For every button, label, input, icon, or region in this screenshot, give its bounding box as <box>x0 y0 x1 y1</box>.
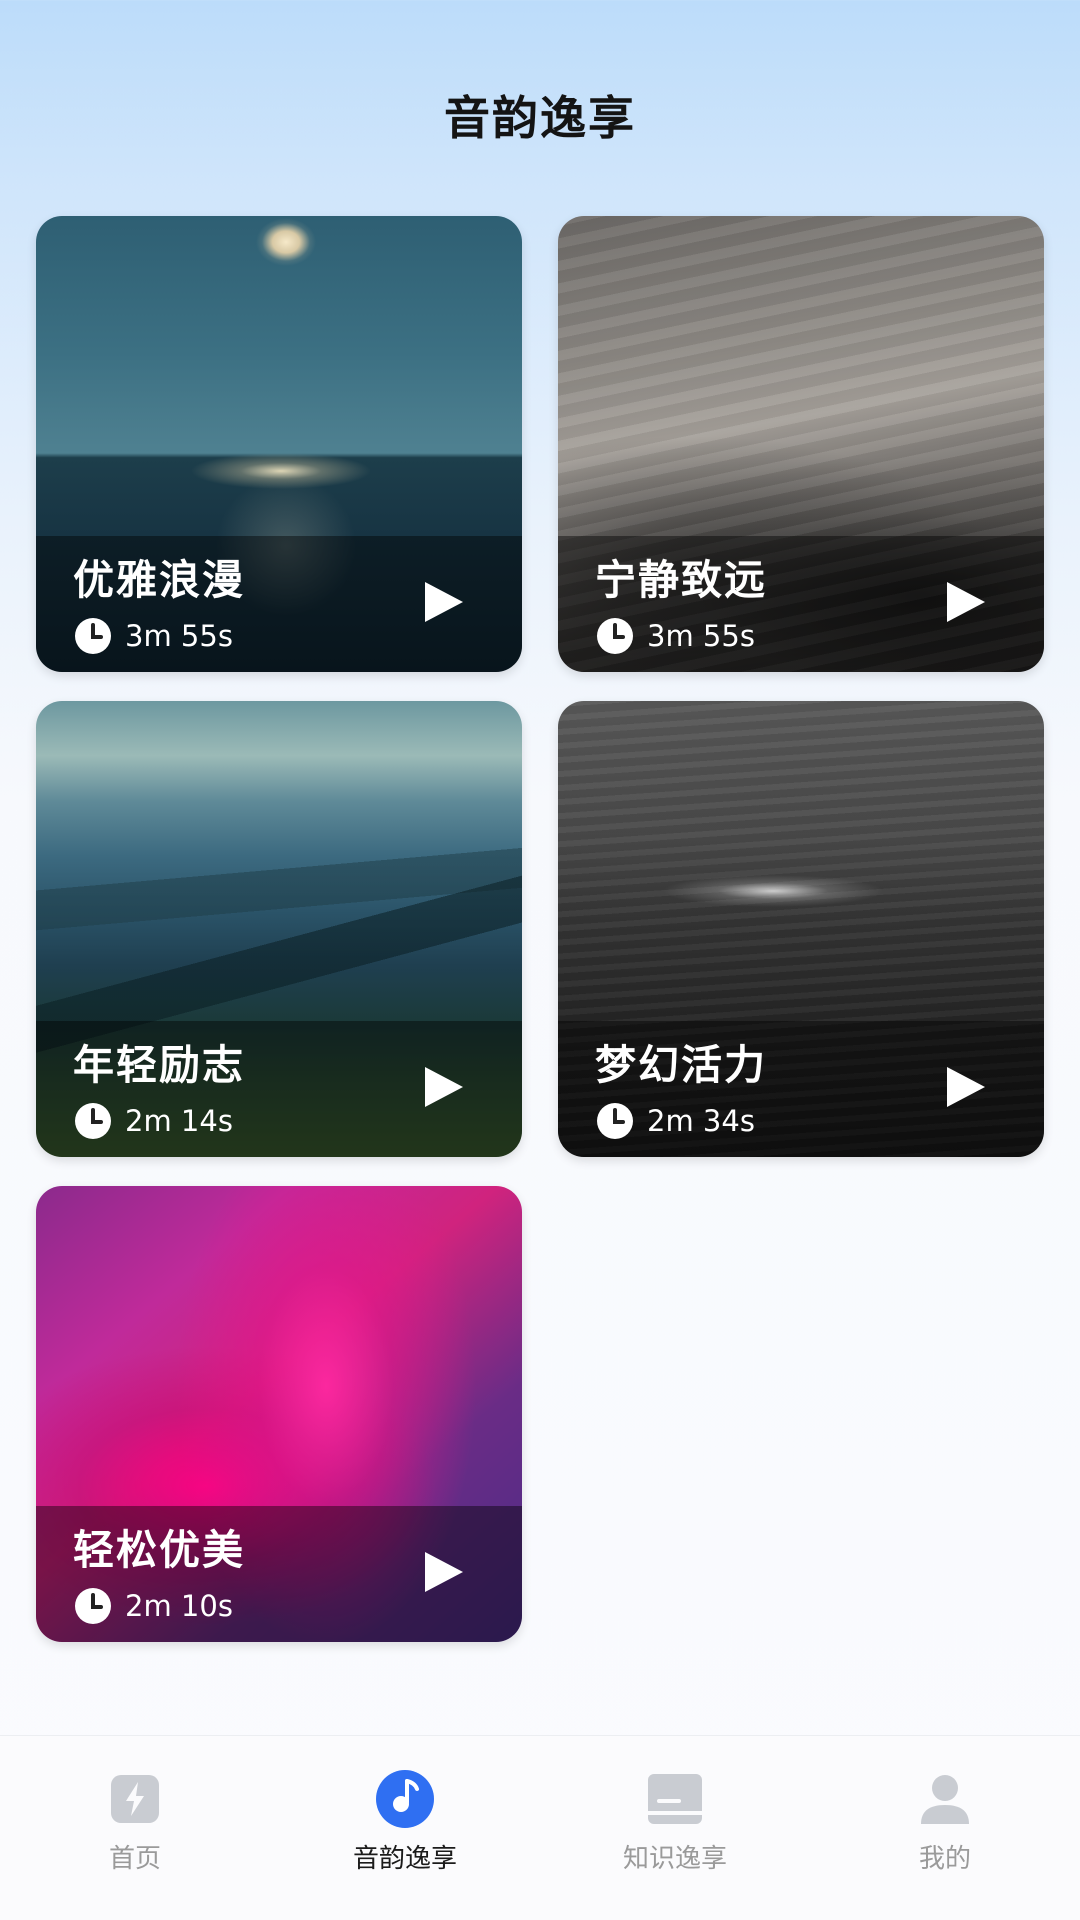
play-button[interactable] <box>418 577 468 627</box>
track-duration: 2m 10s <box>73 1584 233 1628</box>
track-title: 优雅浪漫 <box>73 556 245 604</box>
bottom-nav: 首页 音韵逸享 知识逸享 我的 <box>0 1735 1080 1920</box>
duration-text: 3m 55s <box>125 619 233 653</box>
track-duration: 3m 55s <box>595 614 755 658</box>
duration-text: 2m 34s <box>647 1104 755 1138</box>
nav-label: 音韵逸享 <box>352 1844 457 1874</box>
track-card-4[interactable]: 梦幻活力 2m 34s <box>558 701 1044 1157</box>
duration-text: 2m 10s <box>125 1589 233 1623</box>
play-icon <box>947 582 985 622</box>
play-button[interactable] <box>940 577 990 627</box>
track-card-5[interactable]: 轻松优美 2m 10s <box>36 1186 522 1642</box>
play-icon <box>425 1552 463 1592</box>
clock-icon <box>73 1101 113 1141</box>
music-disc-icon <box>374 1768 436 1830</box>
user-icon <box>914 1768 976 1830</box>
duration-text: 3m 55s <box>647 619 755 653</box>
page-title: 音韵逸享 <box>444 91 636 145</box>
track-card-1[interactable]: 优雅浪漫 3m 55s <box>36 216 522 672</box>
play-icon <box>425 582 463 622</box>
track-duration: 2m 34s <box>595 1099 755 1143</box>
track-card-2[interactable]: 宁静致远 3m 55s <box>558 216 1044 672</box>
track-title: 梦幻活力 <box>595 1041 767 1089</box>
nav-label: 首页 <box>108 1844 161 1874</box>
nav-item-home[interactable]: 首页 <box>0 1736 270 1920</box>
book-icon <box>644 1768 706 1830</box>
nav-item-knowledge[interactable]: 知识逸享 <box>540 1736 810 1920</box>
duration-text: 2m 14s <box>125 1104 233 1138</box>
nav-item-profile[interactable]: 我的 <box>810 1736 1080 1920</box>
track-title: 宁静致远 <box>595 556 767 604</box>
track-card-3[interactable]: 年轻励志 2m 14s <box>36 701 522 1157</box>
play-button[interactable] <box>418 1547 468 1597</box>
clock-icon <box>73 1586 113 1626</box>
track-duration: 2m 14s <box>73 1099 233 1143</box>
play-button[interactable] <box>940 1062 990 1112</box>
track-title: 轻松优美 <box>73 1526 245 1574</box>
play-button[interactable] <box>418 1062 468 1112</box>
lightning-icon <box>104 1768 166 1830</box>
clock-icon <box>595 1101 635 1141</box>
clock-icon <box>73 616 113 656</box>
nav-item-music[interactable]: 音韵逸享 <box>270 1736 540 1920</box>
clock-icon <box>595 616 635 656</box>
play-icon <box>425 1067 463 1107</box>
nav-label: 知识逸享 <box>622 1844 727 1874</box>
track-title: 年轻励志 <box>73 1041 245 1089</box>
play-icon <box>947 1067 985 1107</box>
nav-label: 我的 <box>918 1844 971 1874</box>
track-duration: 3m 55s <box>73 614 233 658</box>
